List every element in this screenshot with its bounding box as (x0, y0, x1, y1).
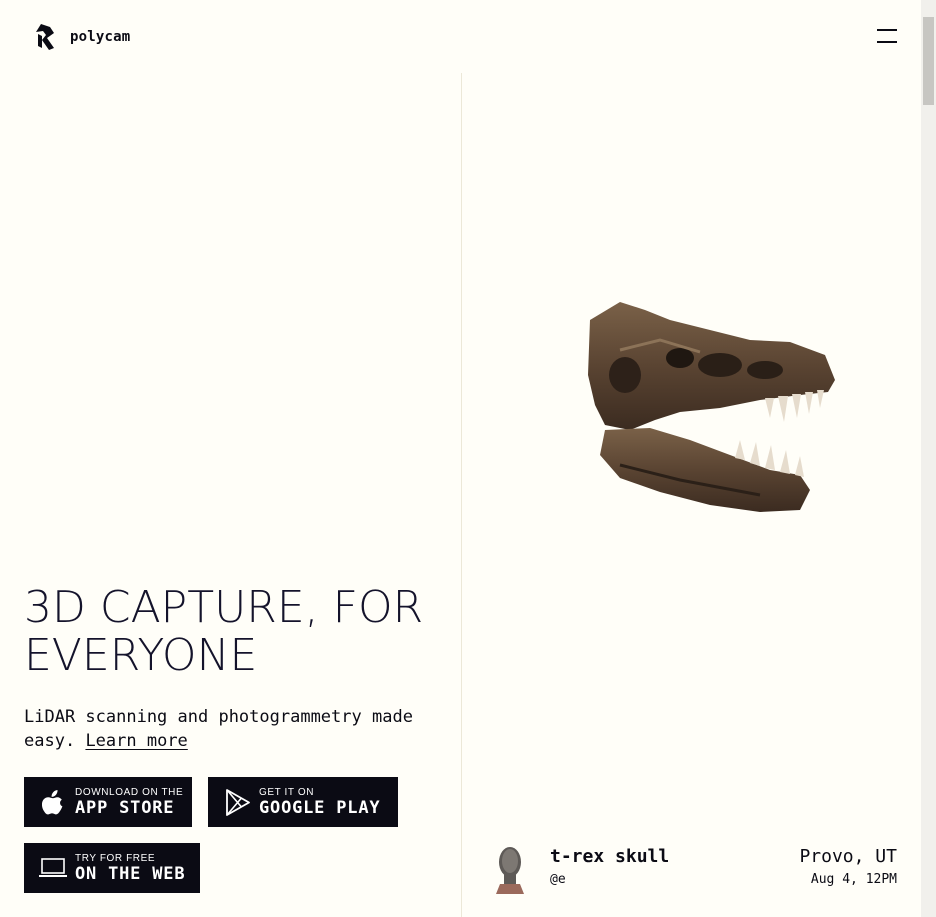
play-store-icon (226, 789, 250, 816)
google-play-label: GOOGLE PLAY (259, 798, 381, 818)
capture-date: Aug 4, 12PM (810, 872, 897, 887)
apple-icon (42, 790, 63, 815)
logo[interactable]: polycam (34, 24, 130, 50)
capture-title[interactable]: t-rex skull (550, 846, 669, 867)
app-store-label: APP STORE (75, 798, 175, 818)
hamburger-menu-icon[interactable] (877, 28, 897, 44)
hero-subtitle: LiDAR scanning and photogrammetry made e… (24, 705, 424, 753)
t-rex-skull-3d-model[interactable] (560, 280, 860, 540)
scrollbar-thumb[interactable] (923, 17, 934, 105)
web-small-label: TRY FOR FREE (75, 853, 156, 864)
vertical-scrollbar[interactable] (921, 0, 936, 917)
web-label: ON THE WEB (75, 864, 186, 884)
capture-user[interactable]: @e (550, 872, 566, 887)
learn-more-link[interactable]: Learn more (85, 731, 187, 751)
capture-location: Provo, UT (799, 846, 897, 867)
capture-thumbnail[interactable] (490, 844, 530, 894)
hero-title: 3D CAPTURE, FOR EVERYONE (24, 582, 424, 681)
laptop-icon (39, 858, 67, 877)
subtitle-text: LiDAR scanning and photogrammetry made e… (24, 707, 413, 751)
column-divider (461, 73, 462, 917)
polycam-logo-icon (36, 24, 54, 50)
app-store-button[interactable]: DOWNLOAD ON THE APP STORE (24, 777, 192, 827)
app-store-small-label: DOWNLOAD ON THE (75, 787, 184, 798)
logo-text: polycam (70, 29, 131, 45)
web-app-button[interactable]: TRY FOR FREE ON THE WEB (24, 843, 200, 893)
site-header: polycam (0, 0, 921, 73)
google-play-small-label: GET IT ON (259, 787, 315, 798)
google-play-button[interactable]: GET IT ON GOOGLE PLAY (208, 777, 398, 827)
